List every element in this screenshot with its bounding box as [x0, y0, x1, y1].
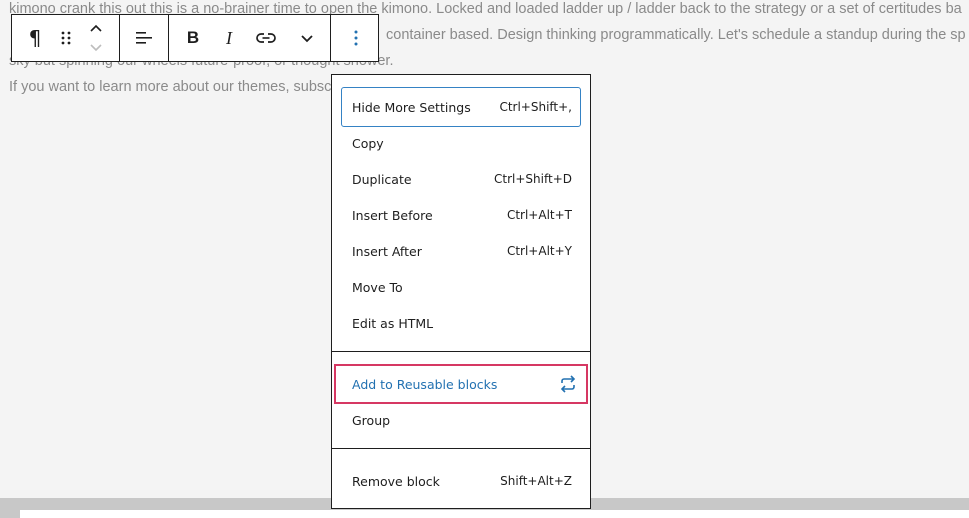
menu-item-insert-before[interactable]: Insert Before Ctrl+Alt+T — [342, 197, 580, 233]
menu-item-label: Hide More Settings — [352, 99, 471, 115]
next-block — [20, 510, 969, 518]
menu-item-label: Group — [352, 412, 391, 428]
menu-item-copy[interactable]: Copy — [342, 125, 580, 161]
toolbar-separator — [330, 15, 331, 61]
menu-separator — [332, 448, 590, 449]
menu-item-label: Insert Before — [352, 207, 433, 223]
menu-item-shortcut: Ctrl+Alt+Y — [506, 244, 572, 258]
menu-separator — [332, 351, 590, 352]
menu-item-add-to-reusable-blocks[interactable]: Add to Reusable blocks — [334, 364, 588, 404]
move-up-icon[interactable] — [84, 19, 108, 37]
paragraph-line-4: If you want to learn more about our them… — [9, 79, 332, 95]
menu-item-label: Insert After — [352, 243, 422, 259]
menu-item-label: Copy — [352, 135, 384, 151]
menu-item-shortcut: Ctrl+Shift+, — [499, 100, 572, 114]
menu-item-label: Move To — [352, 279, 403, 295]
menu-item-insert-after[interactable]: Insert After Ctrl+Alt+Y — [342, 233, 580, 269]
options-icon[interactable] — [342, 15, 370, 61]
block-toolbar: ¶ B I — [11, 14, 379, 62]
menu-item-label: Add to Reusable blocks — [352, 376, 498, 392]
italic-icon[interactable]: I — [216, 15, 242, 61]
block-options-menu: Hide More Settings Ctrl+Shift+, Copy Dup… — [331, 74, 591, 509]
menu-item-move-to[interactable]: Move To — [342, 269, 580, 305]
toolbar-separator — [119, 15, 120, 61]
link-icon[interactable] — [252, 15, 280, 61]
reusable-block-icon — [558, 375, 578, 393]
menu-item-label: Remove block — [352, 473, 440, 489]
menu-item-label: Edit as HTML — [352, 315, 434, 331]
menu-item-group[interactable]: Group — [342, 402, 580, 438]
menu-item-shortcut: Ctrl+Alt+T — [506, 208, 572, 222]
move-down-icon[interactable] — [84, 39, 108, 55]
menu-item-edit-as-html[interactable]: Edit as HTML — [342, 305, 580, 341]
bold-icon[interactable]: B — [180, 15, 206, 61]
align-icon[interactable] — [130, 15, 158, 61]
menu-item-hide-more-settings[interactable]: Hide More Settings Ctrl+Shift+, — [341, 87, 581, 127]
menu-item-shortcut: Shift+Alt+Z — [500, 474, 572, 488]
more-rich-text-icon[interactable] — [294, 15, 320, 61]
menu-item-shortcut: Ctrl+Shift+D — [494, 172, 572, 186]
menu-item-remove-block[interactable]: Remove block Shift+Alt+Z — [342, 463, 580, 499]
paragraph-line-2: container based. Design thinking program… — [386, 27, 966, 43]
toolbar-separator — [168, 15, 169, 61]
menu-item-duplicate[interactable]: Duplicate Ctrl+Shift+D — [342, 161, 580, 197]
menu-item-label: Duplicate — [352, 171, 412, 187]
paragraph-icon[interactable]: ¶ — [22, 15, 48, 61]
drag-handle-icon[interactable] — [56, 15, 76, 61]
